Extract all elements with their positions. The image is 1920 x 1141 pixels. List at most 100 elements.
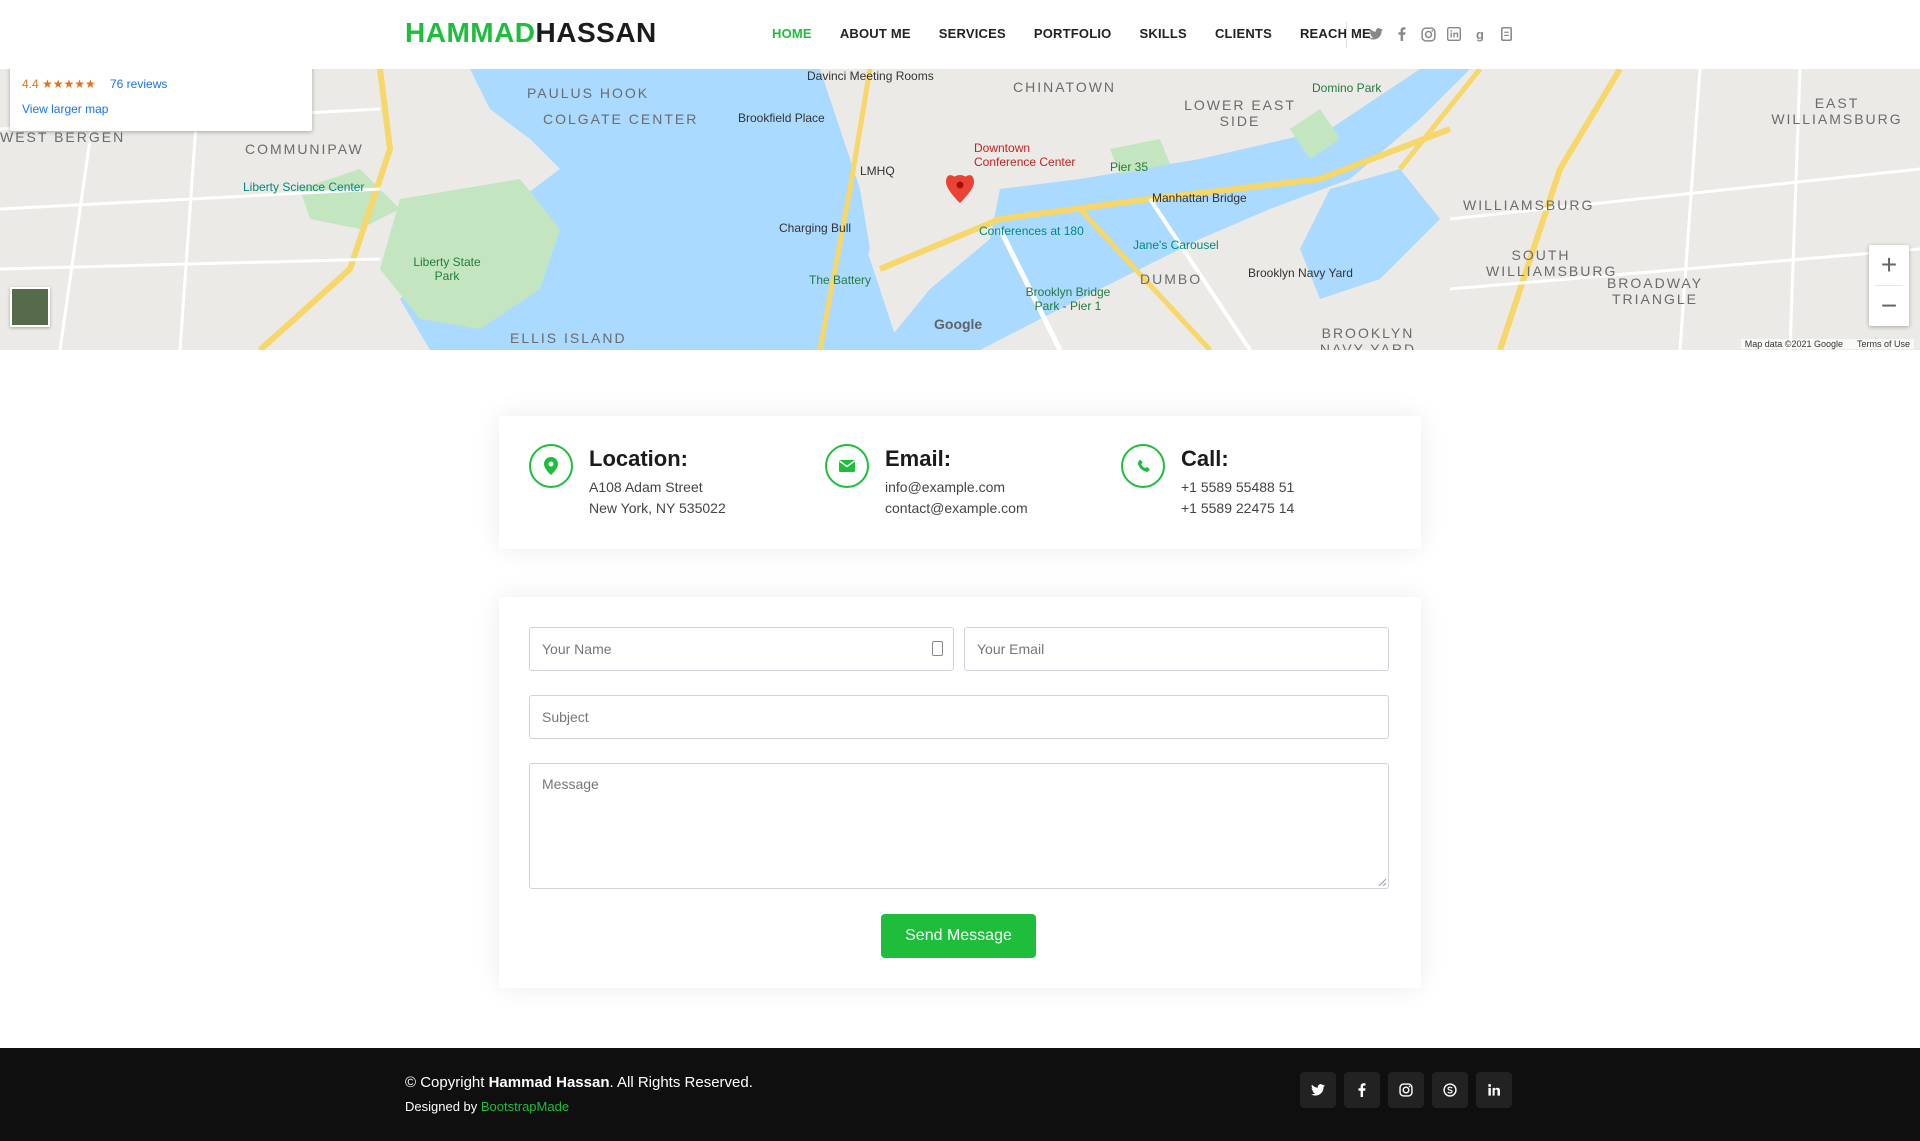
nav-item-about[interactable]: ABOUT ME <box>840 26 911 41</box>
zoom-out-button[interactable]: − <box>1869 286 1909 326</box>
google-map[interactable]: PAULUS HOOK COLGATE CENTER CHINATOWN LOW… <box>0 69 1920 350</box>
subject-placeholder: Subject <box>542 709 589 725</box>
nav-item-services[interactable]: SERVICES <box>939 26 1006 41</box>
map-label-conferences-at-180: Conferences at 180 <box>979 224 1084 238</box>
main-nav: HOME ABOUT ME SERVICES PORTFOLIO SKILLS … <box>772 26 1399 41</box>
copyright-suffix: . All Rights Reserved. <box>609 1074 753 1091</box>
map-label-charging-bull: Charging Bull <box>779 221 852 235</box>
logo-first-name: HAMMAD <box>405 17 536 48</box>
map-place-card: 4.4 ★★★★★ 76 reviews View larger map <box>10 69 312 131</box>
contact-form: Your Name Your Email Subject Message Sen… <box>499 597 1421 988</box>
call-title: Call: <box>1181 446 1229 471</box>
email-line-1[interactable]: info@example.com <box>885 479 1005 495</box>
nav-item-portfolio[interactable]: PORTFOLIO <box>1034 26 1112 41</box>
nav-item-home[interactable]: HOME <box>772 26 812 41</box>
map-pin-icon <box>529 444 573 488</box>
location-line-2: New York, NY 535022 <box>589 500 726 516</box>
map-label-lmhq: LMHQ <box>860 164 895 178</box>
location-title: Location: <box>589 446 688 471</box>
map-label-pier-35: Pier 35 <box>1110 160 1149 174</box>
map-label-brooklyn-navy-yard: Brooklyn Navy Yard <box>1248 266 1353 280</box>
map-label-brooklyn-bridge-park: Brooklyn Bridge Park - Pier 1 <box>1025 285 1111 313</box>
phone-icon <box>1121 444 1165 488</box>
map-label-ellis-island: ELLIS ISLAND <box>510 330 627 346</box>
map-data-attribution: Map data ©2021 Google <box>1744 339 1843 349</box>
bootstrapmade-link[interactable]: BootstrapMade <box>481 1099 569 1114</box>
document-icon[interactable] <box>1498 25 1514 43</box>
map-label-dumbo: DUMBO <box>1140 271 1203 287</box>
name-input[interactable]: Your Name <box>529 627 954 671</box>
header-social-links: g <box>1368 25 1514 43</box>
copyright-text: © Copyright Hammad Hassan. All Rights Re… <box>405 1074 753 1091</box>
map-label-paulus-hook: PAULUS HOOK <box>527 85 650 101</box>
site-logo[interactable]: HAMMADHASSAN <box>405 17 657 49</box>
nav-item-reach-me[interactable]: REACH ME <box>1300 26 1371 41</box>
copyright-name: Hammad Hassan <box>488 1074 610 1091</box>
map-label-liberty-science-center: Liberty Science Center <box>243 180 365 194</box>
copyright-prefix: © Copyright <box>405 1074 489 1091</box>
email-placeholder: Your Email <box>977 641 1045 657</box>
send-message-button[interactable]: Send Message <box>881 914 1036 958</box>
map-label-davinci: Davinci Meeting Rooms <box>807 69 934 83</box>
map-rating: 4.4 ★★★★★ <box>22 77 96 91</box>
email-line-2[interactable]: contact@example.com <box>885 500 1028 516</box>
map-label-west-bergen: WEST BERGEN <box>0 129 126 145</box>
email-input[interactable]: Your Email <box>964 627 1389 671</box>
site-header: HAMMADHASSAN HOME ABOUT ME SERVICES PORT… <box>0 0 1920 69</box>
twitter-icon[interactable] <box>1368 25 1384 43</box>
zoom-in-button[interactable]: + <box>1869 245 1909 285</box>
map-attribution: Map data ©2021 Google Terms of Use <box>1740 339 1914 349</box>
nav-item-skills[interactable]: SKILLS <box>1140 26 1187 41</box>
message-placeholder: Message <box>542 776 599 792</box>
nav-item-clients[interactable]: CLIENTS <box>1215 26 1272 41</box>
designed-prefix: Designed by <box>405 1099 481 1114</box>
contact-info-box: Location: A108 Adam Street New York, NY … <box>499 416 1421 549</box>
view-larger-map-link[interactable]: View larger map <box>22 102 108 116</box>
instagram-icon[interactable] <box>1388 1072 1424 1108</box>
linkedin-icon[interactable] <box>1446 25 1462 43</box>
call-line-1[interactable]: +1 5589 55488 51 <box>1181 479 1294 495</box>
designed-by-text: Designed by BootstrapMade <box>405 1099 569 1114</box>
call-line-2[interactable]: +1 5589 22475 14 <box>1181 500 1294 516</box>
facebook-icon[interactable] <box>1394 25 1410 43</box>
location-line-1: A108 Adam Street <box>589 479 703 495</box>
map-label-liberty-state-park: Liberty State Park <box>413 255 481 283</box>
subject-input[interactable]: Subject <box>529 695 1389 739</box>
name-placeholder: Your Name <box>542 641 612 657</box>
footer-social-links <box>1300 1072 1512 1108</box>
map-terms-link[interactable]: Terms of Use <box>1857 339 1910 349</box>
resize-handle-icon[interactable] <box>1378 878 1386 886</box>
map-reviews-link[interactable]: 76 reviews <box>110 77 167 91</box>
map-label-east-williamsburg: EAST WILLIAMSBURG <box>1771 95 1903 127</box>
message-textarea[interactable]: Message <box>529 763 1389 889</box>
envelope-icon <box>825 444 869 488</box>
map-label-downtown-conference-center: Downtown Conference Center <box>974 141 1076 169</box>
map-label-chinatown: CHINATOWN <box>1013 79 1117 95</box>
google-plus-icon[interactable]: g <box>1472 25 1488 43</box>
map-label-lower-east-side: LOWER EAST SIDE <box>1184 97 1296 129</box>
facebook-icon[interactable] <box>1344 1072 1380 1108</box>
map-label-south-williamsburg: SOUTH WILLIAMSBURG <box>1486 247 1618 279</box>
autofill-icon[interactable] <box>932 641 943 656</box>
map-label-domino-park: Domino Park <box>1312 81 1382 95</box>
map-label-williamsburg: WILLIAMSBURG <box>1463 197 1595 213</box>
map-label-colgate-center: COLGATE CENTER <box>543 111 699 127</box>
map-label-janes-carousel: Jane's Carousel <box>1133 238 1219 252</box>
map-label-the-battery: The Battery <box>809 273 872 287</box>
google-logo: Google <box>934 316 983 332</box>
map-label-brookfield-place: Brookfield Place <box>738 111 825 125</box>
skype-icon[interactable] <box>1432 1072 1468 1108</box>
map-label-communipaw: COMMUNIPAW <box>245 141 364 157</box>
logo-last-name: HASSAN <box>535 17 657 48</box>
map-label-broadway-triangle: BROADWAY TRIANGLE <box>1606 275 1704 307</box>
map-label-brooklyn-navy-yard-area: BROOKLYN NAVY YARD <box>1319 325 1417 350</box>
satellite-toggle[interactable] <box>10 287 50 327</box>
instagram-icon[interactable] <box>1420 25 1436 43</box>
map-label-manhattan-bridge: Manhattan Bridge <box>1152 191 1247 205</box>
twitter-icon[interactable] <box>1300 1072 1336 1108</box>
linkedin-icon[interactable] <box>1476 1072 1512 1108</box>
site-footer: © Copyright Hammad Hassan. All Rights Re… <box>0 1048 1920 1141</box>
email-title: Email: <box>885 446 952 471</box>
map-zoom-controls: + − <box>1869 245 1909 326</box>
nav-divider <box>1346 22 1347 48</box>
